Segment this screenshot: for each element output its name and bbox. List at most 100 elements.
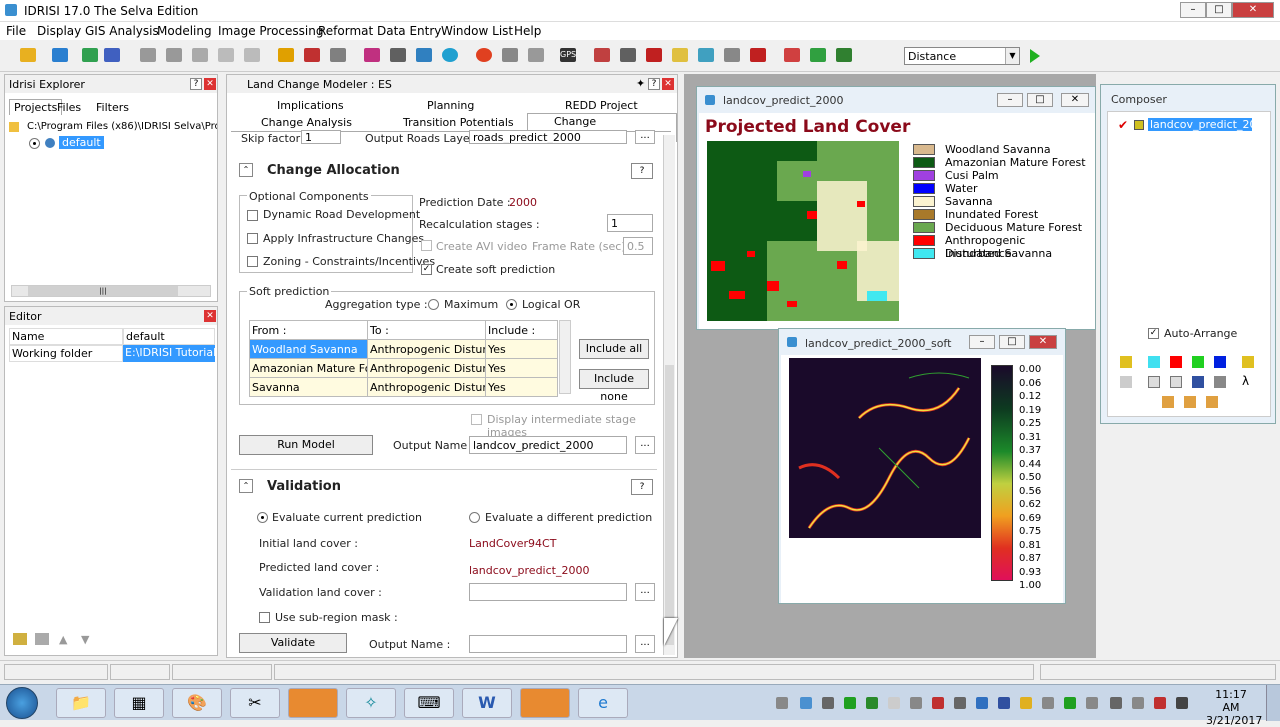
output-roads-input[interactable]: roads_predict_2000 — [469, 130, 627, 144]
evaluate-current-radio[interactable] — [257, 512, 268, 523]
close-button[interactable]: ✕ — [1029, 335, 1057, 349]
composer-icon[interactable] — [82, 48, 98, 62]
distance-select[interactable]: Distance ▼ — [904, 47, 1020, 65]
menu-file[interactable]: File — [6, 24, 26, 38]
table-row[interactable]: Amazonian Mature Forest Anthropogenic Di… — [249, 358, 558, 378]
edit-icon[interactable] — [390, 48, 406, 62]
grid-cell[interactable]: Yes — [485, 377, 558, 397]
grid-cell[interactable]: Amazonian Mature Forest — [249, 358, 368, 378]
zoom-in-icon[interactable] — [140, 48, 156, 62]
close-icon[interactable]: ✕ — [204, 78, 216, 90]
select-icon[interactable] — [278, 48, 294, 62]
tab-projects[interactable]: Projects — [9, 99, 63, 115]
collection-icon[interactable] — [646, 48, 662, 62]
scrollbar-thumb[interactable]: ||| — [28, 286, 178, 296]
tab-planning[interactable]: Planning — [427, 99, 474, 112]
maximum-radio[interactable] — [428, 299, 439, 310]
query-icon[interactable] — [364, 48, 380, 62]
taskbar-pdf-icon[interactable] — [520, 688, 570, 718]
grid-cell[interactable]: Woodland Savanna — [249, 339, 368, 359]
browse-button[interactable]: ... — [635, 583, 655, 601]
cyan-icon[interactable] — [1148, 356, 1160, 368]
profile-icon[interactable] — [620, 48, 636, 62]
validate-button[interactable]: Validate — [239, 633, 347, 653]
run-icon[interactable] — [1030, 49, 1040, 63]
print-icon[interactable] — [1214, 376, 1226, 388]
taskbar-snipping-icon[interactable]: ✂ — [230, 688, 280, 718]
menu-data-entry[interactable]: Data Entry — [377, 24, 441, 38]
tray-icon[interactable] — [910, 697, 922, 709]
zoom-out-icon[interactable] — [166, 48, 182, 62]
menu-display[interactable]: Display — [37, 24, 81, 38]
start-button[interactable] — [6, 687, 38, 719]
add-layer-icon[interactable] — [1120, 356, 1132, 368]
taskbar-calculator-icon[interactable]: ▦ — [114, 688, 164, 718]
menu-window-list[interactable]: Window List — [441, 24, 513, 38]
zoning-checkbox[interactable] — [247, 256, 258, 267]
tray-icon[interactable] — [954, 697, 966, 709]
taskbar-paint-icon[interactable]: 🎨 — [172, 688, 222, 718]
project-radio[interactable] — [29, 138, 40, 149]
globe-icon[interactable] — [442, 48, 458, 62]
scrollbar-thumb[interactable] — [665, 365, 674, 645]
tab-change-analysis[interactable]: Change Analysis — [261, 116, 352, 129]
vertical-scrollbar[interactable] — [663, 135, 675, 655]
red-icon[interactable] — [1170, 356, 1182, 368]
taskbar-terminal-icon[interactable]: ⌨ — [404, 688, 454, 718]
digitize-icon[interactable] — [416, 48, 432, 62]
tray-icon[interactable] — [1154, 697, 1166, 709]
pin-icon[interactable]: ✦ — [636, 77, 645, 90]
checkmark-icon[interactable]: ✔ — [1118, 118, 1128, 132]
grid-cell[interactable]: Anthropogenic Disturbanc — [367, 377, 486, 397]
feature-icon[interactable] — [304, 48, 320, 62]
arrow-left-icon[interactable] — [1162, 396, 1174, 408]
help-icon[interactable]: ? — [648, 78, 660, 90]
tab-redd-project[interactable]: REDD Project — [565, 99, 638, 112]
show-desktop-button[interactable] — [1266, 685, 1280, 721]
remove-folder-icon[interactable] — [35, 633, 49, 645]
editor-value[interactable]: default — [123, 328, 215, 345]
tray-icon[interactable] — [866, 697, 878, 709]
target-icon[interactable] — [476, 48, 492, 62]
taskbar-word-icon[interactable]: W — [462, 688, 512, 718]
blue-icon[interactable] — [1214, 356, 1226, 368]
menu-image-processing[interactable]: Image Processing — [218, 24, 323, 38]
close-icon[interactable]: ✕ — [204, 310, 216, 322]
table-row[interactable]: Savanna Anthropogenic Disturbanc Yes — [249, 377, 558, 397]
menu-reformat[interactable]: Reformat — [318, 24, 373, 38]
zoom-extent-icon[interactable] — [1206, 396, 1218, 408]
auto-arrange-checkbox[interactable]: ✓ — [1148, 328, 1159, 339]
close-button[interactable]: ✕ — [1061, 93, 1089, 107]
move-down-icon[interactable]: ▼ — [81, 633, 89, 646]
maximize-button[interactable]: □ — [1027, 93, 1053, 107]
maximize-button[interactable]: □ — [1206, 2, 1232, 18]
feature-props-icon[interactable]: λ — [1242, 374, 1249, 388]
tab-files[interactable]: Files — [57, 101, 81, 114]
grid-cell[interactable]: Savanna — [249, 377, 368, 397]
grid-cell[interactable]: Yes — [485, 339, 558, 359]
taskbar-explorer-icon[interactable]: 📁 — [56, 688, 106, 718]
tab-filters[interactable]: Filters — [96, 101, 129, 114]
recalculation-stepper[interactable]: 1 — [607, 214, 653, 232]
include-none-button[interactable]: Include none — [579, 369, 649, 403]
include-all-button[interactable]: Include all — [579, 339, 649, 359]
taskbar-ie-icon[interactable]: e — [578, 688, 628, 718]
create-avi-checkbox[interactable] — [421, 240, 432, 251]
tab-transition-potentials[interactable]: Transition Potentials — [403, 116, 514, 129]
collapse-icon[interactable]: ⌃ — [239, 163, 253, 177]
tray-icon[interactable] — [776, 697, 788, 709]
move-up-icon[interactable]: ▲ — [59, 633, 67, 646]
run-model-button[interactable]: Run Model — [239, 435, 373, 455]
minimize-button[interactable]: – — [969, 335, 995, 349]
menu-gis-analysis[interactable]: GIS Analysis — [85, 24, 159, 38]
browse-button[interactable]: ... — [635, 436, 655, 454]
tray-icon[interactable] — [1132, 697, 1144, 709]
frame-rate-input[interactable]: 0.5 — [623, 237, 653, 255]
help-icon[interactable]: ? — [631, 479, 653, 495]
clock[interactable]: 11:17 AM 3/21/2017 — [1206, 688, 1262, 727]
tray-icon[interactable] — [1042, 697, 1054, 709]
terrain-icon[interactable] — [810, 48, 826, 62]
composer-layer[interactable]: landcov_predict_2000 — [1148, 118, 1252, 131]
grid-cell[interactable]: Anthropogenic Disturbanc — [367, 358, 486, 378]
tray-icon[interactable] — [1086, 697, 1098, 709]
